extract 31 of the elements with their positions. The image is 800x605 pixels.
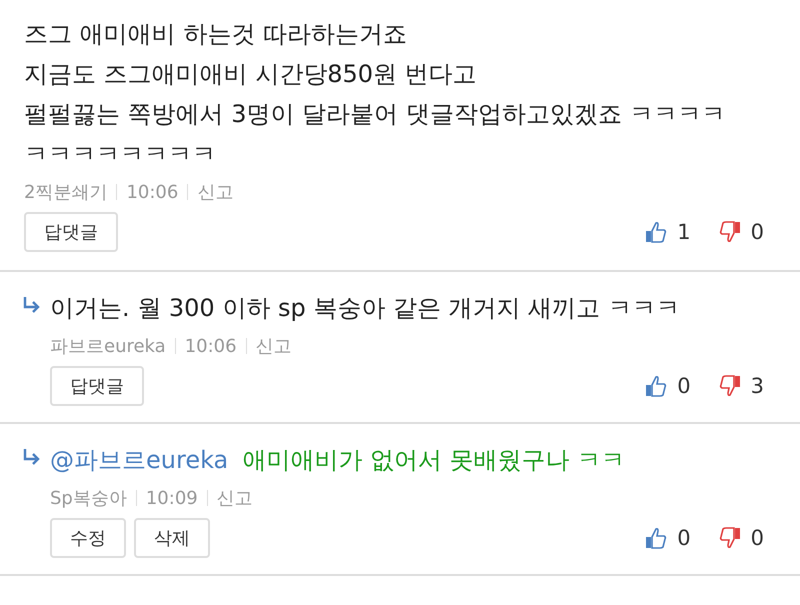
comment-text: 펄펄끓는 쪽방에서 3명이 달라붙어 댓글작업하고있겠죠 ㅋㅋㅋㅋ [24,100,726,128]
thumbs-up-icon[interactable] [645,221,668,243]
dislike-count: 0 [750,526,764,550]
comment-text: 지금도 즈그애미애비 시간당850원 번다고 [24,60,477,88]
comment-time: 10:06 [126,182,178,202]
comment-button[interactable]: 수정 [50,518,126,558]
comment-text: 즈그 애미애비 하는것 따라하는거죠 [24,20,407,48]
reply-arrow-icon [22,296,40,314]
comment-time: 10:09 [146,488,198,508]
thumbs-down-icon[interactable] [718,221,741,243]
comment-text: 이거는. 월 300 이하 sp 복숭아 같은 개거지 새끼고 ㅋㅋㅋ [50,294,680,322]
thumbs-up-icon[interactable] [645,527,668,549]
reply-arrow-icon [22,448,40,466]
dislike-count: 3 [750,374,764,398]
thumbs-down-icon[interactable] [718,375,741,397]
author-name: 2찍분쇄기 [24,181,108,204]
like-count: 1 [677,220,691,244]
comment-time: 10:06 [184,336,237,356]
dislike-count: 0 [750,220,764,244]
author-name: 파브르eureka [50,335,166,358]
mention-link[interactable]: @파브르eureka [50,446,228,474]
author-name: Sp복숭아 [50,487,127,510]
comment-button[interactable]: 답댓글 [50,366,144,406]
comment-button[interactable]: 삭제 [134,518,210,558]
thumbs-down-icon[interactable] [718,527,741,549]
comment-text: 애미애비가 없어서 못배웠구나 ㅋㅋ [242,446,626,474]
thumbs-up-icon[interactable] [645,375,668,397]
comment-button[interactable]: 답댓글 [24,212,118,252]
comment-text: ㅋㅋㅋㅋㅋㅋㅋㅋ [24,140,216,168]
like-count: 0 [677,526,691,550]
like-count: 0 [677,374,691,398]
